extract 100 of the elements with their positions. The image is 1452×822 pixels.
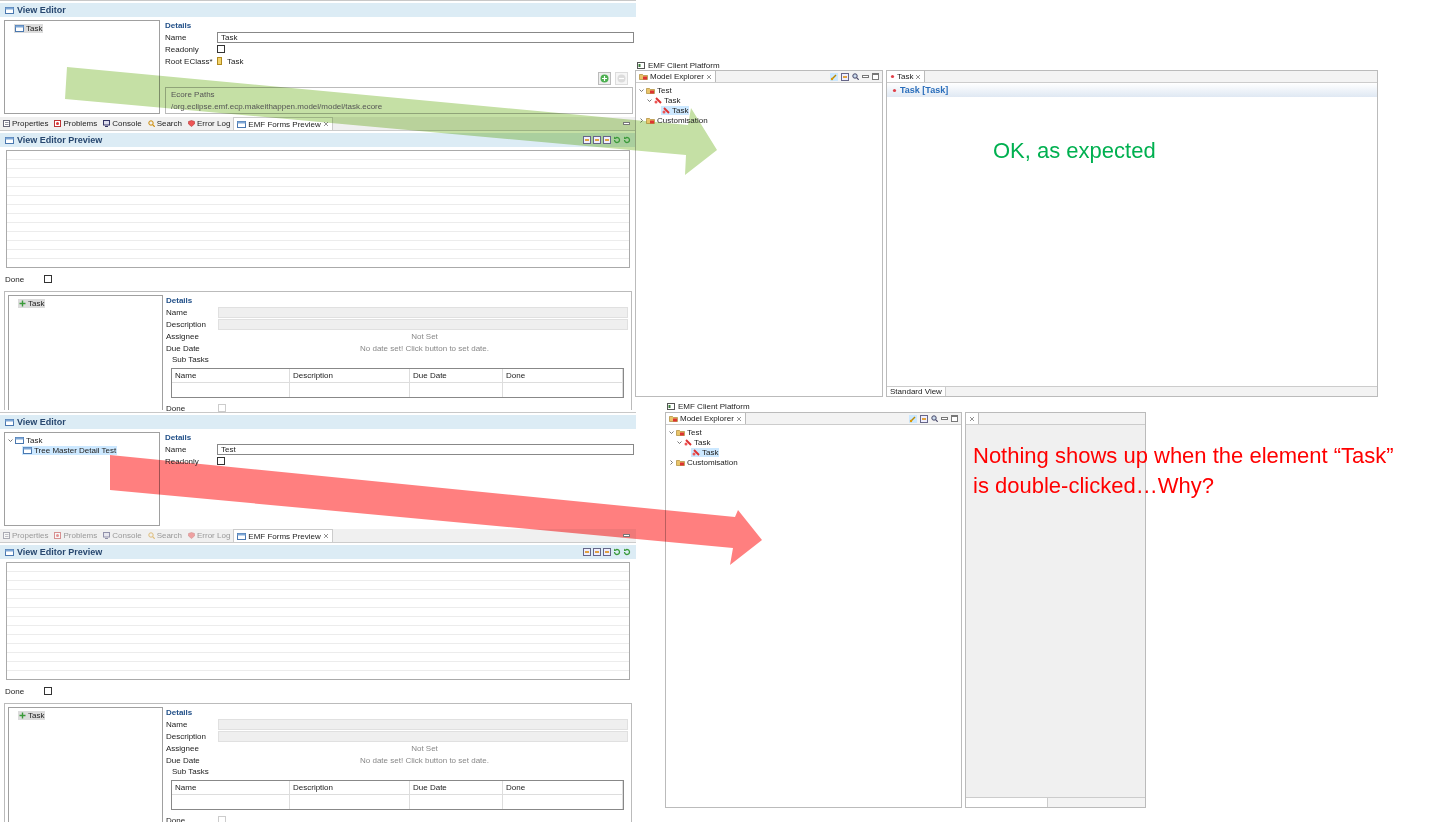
- error-icon: [54, 120, 62, 127]
- window-icon: [23, 446, 32, 454]
- editor-tab[interactable]: [966, 413, 979, 424]
- minimize-icon[interactable]: [623, 121, 630, 126]
- tab[interactable]: Error Log: [185, 117, 234, 130]
- column-header[interactable]: Done: [503, 781, 623, 795]
- link-icon[interactable]: [830, 72, 838, 81]
- minimize-icon[interactable]: [941, 416, 948, 421]
- document-icon[interactable]: [593, 136, 601, 144]
- checkbox[interactable]: [217, 457, 225, 465]
- close-icon[interactable]: [705, 73, 712, 80]
- tab[interactable]: Properties: [0, 117, 52, 130]
- add-button[interactable]: [598, 72, 611, 85]
- text-field[interactable]: Task: [217, 31, 634, 43]
- column-header[interactable]: Name: [172, 369, 290, 383]
- plus-icon: [19, 299, 26, 307]
- search-icon: [147, 532, 155, 539]
- document-icon[interactable]: [603, 136, 611, 144]
- field-value: No date set! Click button to set date.: [359, 755, 490, 765]
- tree-item[interactable]: Task: [691, 447, 720, 457]
- close-icon[interactable]: [735, 415, 742, 422]
- tree-item[interactable]: Task: [14, 23, 44, 33]
- tree-item[interactable]: Task: [18, 710, 46, 720]
- tree-item[interactable]: Test: [645, 85, 673, 95]
- chevron-icon[interactable]: [669, 459, 674, 465]
- window-icon: [5, 548, 14, 556]
- window-icon: [15, 436, 24, 444]
- document-icon[interactable]: [583, 548, 591, 556]
- dot-icon: [890, 74, 895, 79]
- maximize-icon[interactable]: [951, 415, 958, 422]
- tree-item[interactable]: Task: [18, 298, 46, 308]
- section-title: Details: [165, 20, 193, 31]
- field-label: Name: [166, 307, 189, 317]
- chevron-icon[interactable]: [669, 429, 674, 435]
- column-header[interactable]: Due Date: [410, 369, 503, 383]
- chevron-icon[interactable]: [647, 97, 652, 103]
- zoom-icon[interactable]: [852, 73, 859, 80]
- field-label: Due Date: [166, 343, 201, 353]
- table-title: Sub Tasks: [171, 766, 210, 778]
- chevron-icon[interactable]: [639, 87, 644, 93]
- minimize-icon[interactable]: [623, 533, 630, 538]
- tab[interactable]: EMF Forms Preview: [233, 529, 333, 542]
- element-icon: [662, 106, 670, 114]
- folder-icon: [646, 116, 655, 124]
- zoom-icon[interactable]: [931, 415, 938, 422]
- chevron-icon[interactable]: [8, 437, 13, 443]
- tree-item[interactable]: Tree Master Detail Test: [22, 445, 118, 455]
- tree-item[interactable]: Customisation: [675, 457, 739, 467]
- chevron-icon[interactable]: [639, 117, 644, 123]
- editor-tab[interactable]: Task: [887, 71, 926, 82]
- editor-title: View Editor Preview: [17, 135, 103, 145]
- chevron-icon[interactable]: [677, 439, 682, 445]
- list-icon: [3, 532, 10, 539]
- close-icon[interactable]: [915, 73, 922, 80]
- tree-item[interactable]: Test: [675, 427, 703, 437]
- panel-title: Ecore Paths: [171, 90, 215, 99]
- column-header[interactable]: Name: [172, 781, 290, 795]
- close-icon[interactable]: [969, 415, 975, 422]
- tab[interactable]: Problems: [51, 117, 101, 130]
- shield-icon: [188, 532, 195, 539]
- list-item[interactable]: /org.eclipse.emf.ecp.makeithappen.model/model/task.ecore: [171, 102, 383, 111]
- view-tab[interactable]: Model Explorer: [636, 71, 716, 82]
- field-label: Name: [165, 444, 188, 454]
- folder-icon: [676, 458, 685, 466]
- document-icon[interactable]: [920, 414, 928, 423]
- tree-item[interactable]: Customisation: [645, 115, 709, 125]
- view-tab[interactable]: Model Explorer: [666, 413, 746, 424]
- field-value: Task: [227, 56, 244, 66]
- document-icon[interactable]: [841, 72, 849, 81]
- field-value: Not Set: [410, 331, 439, 341]
- tab[interactable]: Console: [100, 117, 145, 130]
- search-icon: [147, 120, 155, 127]
- field-value: No date set! Click button to set date.: [359, 343, 490, 353]
- list-icon: [3, 120, 10, 127]
- document-icon[interactable]: [603, 548, 611, 556]
- field-label: Done: [166, 815, 187, 822]
- link-icon[interactable]: [909, 414, 917, 423]
- close-icon[interactable]: [322, 533, 329, 539]
- minimize-icon[interactable]: [862, 74, 869, 79]
- document-icon[interactable]: [593, 548, 601, 556]
- checkbox[interactable]: [44, 275, 52, 283]
- tree-item[interactable]: Task: [661, 105, 690, 115]
- field-label: Readonly: [165, 44, 200, 54]
- monitor-icon: [103, 532, 111, 539]
- text-field[interactable]: Test: [217, 443, 634, 455]
- column-header[interactable]: Description: [290, 781, 410, 795]
- checkbox[interactable]: [44, 687, 52, 695]
- window-icon: [5, 136, 14, 144]
- tree-item[interactable]: Task: [683, 437, 712, 447]
- column-header[interactable]: Done: [503, 369, 623, 383]
- checkbox[interactable]: [217, 45, 225, 53]
- tree-item[interactable]: Task: [653, 95, 682, 105]
- page-tab[interactable]: Standard View: [887, 387, 946, 396]
- column-header[interactable]: Description: [290, 369, 410, 383]
- tab[interactable]: Search: [144, 117, 185, 130]
- maximize-icon[interactable]: [872, 73, 879, 80]
- document-icon[interactable]: [583, 136, 591, 144]
- tree-item[interactable]: Task: [14, 435, 44, 445]
- column-header[interactable]: Due Date: [410, 781, 503, 795]
- window-icon: [5, 6, 14, 14]
